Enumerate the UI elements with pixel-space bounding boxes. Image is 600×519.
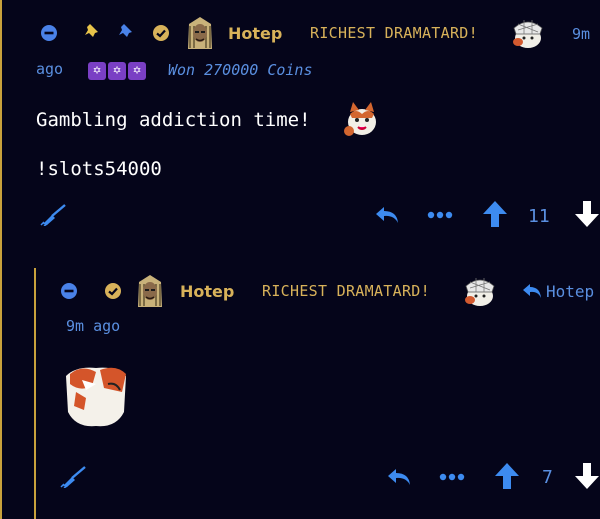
reply-to-icon (522, 282, 542, 300)
more-options-icon[interactable] (426, 208, 454, 222)
coins-won-text: Won 270000 Coins (168, 61, 313, 79)
vote-count: 7 (542, 467, 553, 488)
avatar[interactable] (186, 16, 214, 50)
cat-sticker-image (56, 362, 132, 432)
broom-icon[interactable] (60, 466, 86, 488)
broom-icon[interactable] (40, 204, 66, 226)
pin-blue-icon (118, 22, 138, 42)
vote-count: 11 (528, 206, 550, 227)
timestamp: 9m (572, 25, 591, 43)
timestamp: 9m ago (66, 317, 121, 335)
upvote-icon[interactable] (482, 200, 508, 228)
username[interactable]: Hotep (180, 282, 234, 301)
upvote-icon[interactable] (494, 462, 520, 490)
flair-cat-icon (462, 272, 498, 308)
comment-body-command: !slots54000 (36, 158, 162, 180)
thread-line-outer (0, 0, 2, 519)
verified-badge-icon (104, 282, 122, 300)
star-of-david-icon: ✡ (128, 61, 146, 80)
downvote-icon[interactable] (574, 462, 600, 490)
reply-icon[interactable] (374, 204, 400, 226)
more-options-icon[interactable] (438, 470, 466, 484)
pin-gold-icon (84, 22, 104, 42)
collapse-icon[interactable] (40, 24, 58, 42)
comment-body-line: Gambling addiction time! (36, 109, 311, 131)
downvote-icon[interactable] (574, 200, 600, 228)
collapse-icon[interactable] (60, 282, 78, 300)
user-flair: RICHEST DRAMATARD! (310, 24, 478, 42)
user-flair: RICHEST DRAMATARD! (262, 282, 430, 300)
username[interactable]: Hotep (228, 24, 282, 43)
flair-cat-icon (510, 14, 546, 50)
cat-emoji-icon (342, 100, 382, 140)
award-badges: ✡ ✡ ✡ (88, 60, 148, 80)
avatar[interactable] (136, 274, 164, 308)
thread-line-inner (34, 268, 36, 519)
timestamp-continued: ago (36, 60, 64, 78)
reply-icon[interactable] (386, 466, 412, 488)
star-of-david-icon: ✡ (108, 61, 126, 80)
verified-badge-icon (152, 24, 170, 42)
star-of-david-icon: ✡ (88, 61, 106, 80)
reply-to-username[interactable]: Hotep (546, 282, 594, 301)
